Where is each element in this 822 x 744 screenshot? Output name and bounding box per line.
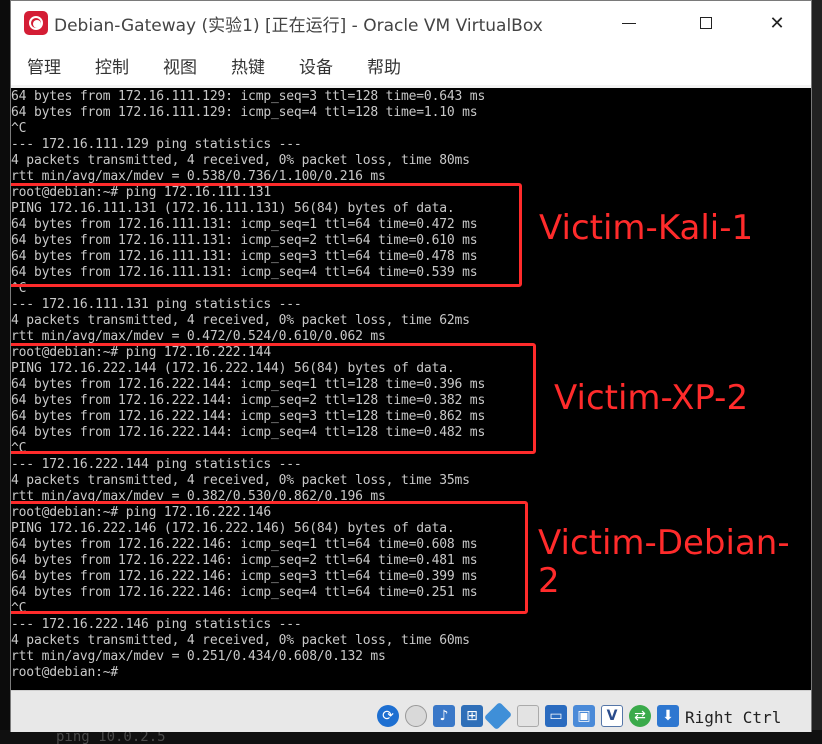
highlight-box-kali	[11, 183, 522, 287]
minimize-icon	[622, 22, 636, 24]
background-desktop-right	[812, 0, 822, 744]
terminal-line: 64 bytes from 172.16.111.129: icmp_seq=4…	[11, 105, 478, 120]
highlight-box-xp	[11, 343, 536, 454]
close-button[interactable]: ✕	[742, 1, 812, 45]
annotation-victim-debian-2: Victim-Debian- 2	[538, 523, 790, 601]
maximize-icon	[700, 17, 712, 29]
virtualbox-window: Debian-Gateway (实验1) [正在运行] - Oracle VM …	[10, 0, 812, 732]
terminal-line: rtt min/avg/max/mdev = 0.251/0.434/0.608…	[11, 649, 386, 664]
menu-view[interactable]: 视图	[163, 53, 197, 78]
host-key-label: Right Ctrl	[685, 708, 782, 727]
recording-icon[interactable]: ▣	[573, 705, 595, 727]
menu-bar: 管理 控制 视图 热键 设备 帮助	[11, 45, 811, 85]
audio-icon[interactable]: ♪	[433, 705, 455, 727]
menu-manage[interactable]: 管理	[27, 53, 61, 78]
terminal-line: 4 packets transmitted, 4 received, 0% pa…	[11, 153, 470, 168]
hard-disk-icon[interactable]: ⟳	[377, 705, 399, 727]
terminal-line: ^C	[11, 121, 27, 136]
annotation-victim-kali-1: Victim-Kali-1	[539, 208, 754, 248]
terminal-line: --- 172.16.222.146 ping statistics ---	[11, 617, 302, 632]
optical-drive-icon[interactable]	[405, 705, 427, 727]
annotation-victim-xp-2: Victim-XP-2	[554, 378, 749, 418]
terminal-line: 4 packets transmitted, 4 received, 0% pa…	[11, 313, 470, 328]
status-bar: ⟳ ♪ ⊞ ▭ ▣ V ⇄ ⬇ Right Ctrl	[11, 690, 811, 732]
terminal-line: 4 packets transmitted, 4 received, 0% pa…	[11, 633, 470, 648]
virtualization-icon[interactable]: V	[601, 705, 623, 727]
usb-icon[interactable]	[483, 701, 513, 731]
close-icon: ✕	[769, 12, 785, 34]
shared-folder-icon[interactable]	[517, 705, 539, 727]
window-title: Debian-Gateway (实验1) [正在运行] - Oracle VM …	[54, 16, 543, 36]
terminal-line: 4 packets transmitted, 4 received, 0% pa…	[11, 473, 470, 488]
network-icon[interactable]: ⊞	[461, 705, 483, 727]
maximize-button[interactable]	[671, 1, 741, 45]
menu-hotkeys[interactable]: 热键	[231, 53, 265, 78]
terminal-line: --- 172.16.222.144 ping statistics ---	[11, 457, 302, 472]
terminal-line: root@debian:~#	[11, 665, 119, 680]
mouse-integration-icon[interactable]: ⇄	[629, 705, 651, 727]
background-terminal-peek: ping 10.0.2.5	[0, 730, 822, 744]
virtualbox-app-icon	[24, 11, 48, 35]
terminal-line: --- 172.16.111.129 ping statistics ---	[11, 137, 302, 152]
terminal-line: --- 172.16.111.131 ping statistics ---	[11, 297, 302, 312]
host-key-icon[interactable]: ⬇	[657, 705, 679, 727]
vm-console-screen[interactable]: root@debian:~# rtt min/avg/max/mdev = 0.2…	[11, 88, 811, 690]
menu-control[interactable]: 控制	[95, 53, 129, 78]
menu-help[interactable]: 帮助	[367, 53, 401, 78]
minimize-button[interactable]	[594, 1, 664, 45]
title-bar[interactable]: Debian-Gateway (实验1) [正在运行] - Oracle VM …	[11, 1, 811, 45]
menu-devices[interactable]: 设备	[299, 53, 333, 78]
display-icon[interactable]: ▭	[545, 705, 567, 727]
highlight-box-debian	[11, 501, 528, 614]
terminal-line: 64 bytes from 172.16.111.129: icmp_seq=3…	[11, 89, 486, 104]
